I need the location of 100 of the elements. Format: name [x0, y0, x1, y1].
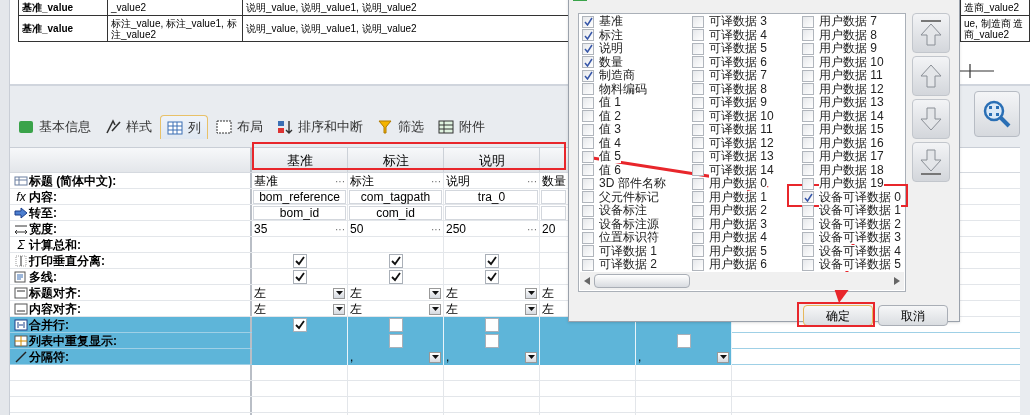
tab[interactable]: 附件 [432, 115, 491, 139]
dropdown[interactable]: 左 [252, 301, 347, 317]
checkbox[interactable] [692, 42, 704, 55]
checkbox[interactable] [692, 231, 704, 244]
checkbox[interactable] [802, 96, 814, 109]
checkbox[interactable] [582, 123, 594, 136]
input-field[interactable]: com_id [349, 206, 442, 220]
checkbox[interactable] [692, 83, 704, 96]
dropdown[interactable]: , [444, 349, 539, 365]
checkbox[interactable] [802, 164, 814, 177]
checkbox[interactable] [484, 254, 499, 268]
ellipsis-button[interactable]: ··· [431, 173, 441, 189]
checkbox[interactable] [802, 218, 814, 231]
ellipsis-button[interactable]: ··· [431, 221, 441, 237]
tab[interactable]: 布局 [210, 115, 269, 139]
dropdown[interactable]: , [348, 349, 443, 365]
checkbox[interactable] [692, 15, 704, 28]
input-field[interactable] [541, 206, 566, 220]
checkbox[interactable] [388, 254, 403, 268]
dropdown[interactable]: 左 [348, 285, 443, 301]
move-top-button[interactable] [912, 13, 950, 53]
scroll-right-icon[interactable] [894, 277, 900, 285]
checkbox[interactable] [802, 150, 814, 163]
tab[interactable]: 基本信息 [12, 115, 97, 139]
checkbox[interactable] [802, 204, 814, 217]
dropdown[interactable]: 左 [444, 301, 539, 317]
dropdown[interactable]: 左 [252, 285, 347, 301]
checkbox[interactable] [582, 96, 594, 109]
checkbox[interactable] [802, 177, 814, 190]
scrollbar-thumb[interactable] [594, 274, 690, 288]
checkbox[interactable] [388, 318, 403, 332]
checkbox[interactable] [484, 318, 499, 332]
zoom-fit-button[interactable] [974, 91, 1020, 137]
ellipsis-button[interactable]: ··· [335, 221, 345, 237]
checkbox[interactable] [582, 245, 594, 258]
checkbox[interactable] [802, 15, 814, 28]
checkbox[interactable] [582, 218, 594, 231]
checkbox[interactable] [582, 56, 594, 69]
checkbox[interactable] [692, 258, 704, 271]
dropdown[interactable]: 左 [348, 301, 443, 317]
checkbox[interactable] [802, 231, 814, 244]
checkbox[interactable] [802, 123, 814, 136]
checkbox[interactable] [692, 218, 704, 231]
tab[interactable]: 排序和中断 [271, 115, 369, 139]
checkbox[interactable] [484, 270, 499, 284]
checkbox[interactable] [676, 334, 691, 348]
ok-button[interactable]: 确定 [803, 305, 873, 326]
horizontal-scrollbar[interactable] [580, 272, 904, 290]
checkbox[interactable] [582, 204, 594, 217]
checkbox[interactable] [292, 270, 307, 284]
input-field[interactable]: bom_reference [253, 190, 346, 204]
checkbox[interactable] [802, 42, 814, 55]
checkbox[interactable] [692, 56, 704, 69]
checkbox[interactable] [582, 15, 594, 28]
tab[interactable]: 筛选 [371, 115, 430, 139]
checkbox[interactable] [692, 177, 704, 190]
checkbox[interactable] [582, 69, 594, 82]
checkbox[interactable] [582, 231, 594, 244]
checkbox[interactable] [802, 245, 814, 258]
checkbox[interactable] [582, 258, 594, 271]
input-field[interactable]: bom_id [253, 206, 346, 220]
checkbox[interactable] [802, 137, 814, 150]
checkbox[interactable] [692, 29, 704, 42]
checkbox[interactable] [692, 96, 704, 109]
checkbox[interactable] [802, 258, 814, 271]
checkbox[interactable] [388, 334, 403, 348]
checkbox[interactable] [692, 164, 704, 177]
tab[interactable]: 列 [160, 115, 208, 139]
checkbox[interactable] [484, 334, 499, 348]
checkbox[interactable] [292, 254, 307, 268]
tab[interactable]: 样式 [99, 115, 158, 139]
move-down-button[interactable] [912, 99, 950, 139]
checkbox[interactable] [292, 318, 307, 332]
ellipsis-button[interactable]: ··· [527, 173, 537, 189]
checkbox[interactable] [802, 83, 814, 96]
checkbox[interactable] [388, 270, 403, 284]
checkbox[interactable] [802, 191, 814, 204]
checkbox[interactable] [692, 245, 704, 258]
input-field[interactable] [445, 206, 538, 220]
checkbox[interactable] [692, 204, 704, 217]
checkbox[interactable] [582, 191, 594, 204]
scroll-left-icon[interactable] [584, 277, 590, 285]
checkbox[interactable] [582, 29, 594, 42]
ellipsis-button[interactable]: ··· [335, 173, 345, 189]
checkbox[interactable] [692, 150, 704, 163]
checkbox[interactable] [582, 110, 594, 123]
checkbox[interactable] [692, 69, 704, 82]
checkbox[interactable] [582, 137, 594, 150]
input-field[interactable] [541, 190, 566, 204]
ellipsis-button[interactable]: ··· [527, 221, 537, 237]
move-up-button[interactable] [912, 56, 950, 96]
move-bottom-button[interactable] [912, 142, 950, 182]
checkbox[interactable] [582, 150, 594, 163]
checkbox[interactable] [582, 42, 594, 55]
input-field[interactable]: com_tagpath [349, 190, 442, 204]
checkbox[interactable] [802, 29, 814, 42]
checkbox[interactable] [582, 164, 594, 177]
checkbox[interactable] [582, 177, 594, 190]
checkbox[interactable] [692, 123, 704, 136]
cancel-button[interactable]: 取消 [878, 305, 948, 326]
